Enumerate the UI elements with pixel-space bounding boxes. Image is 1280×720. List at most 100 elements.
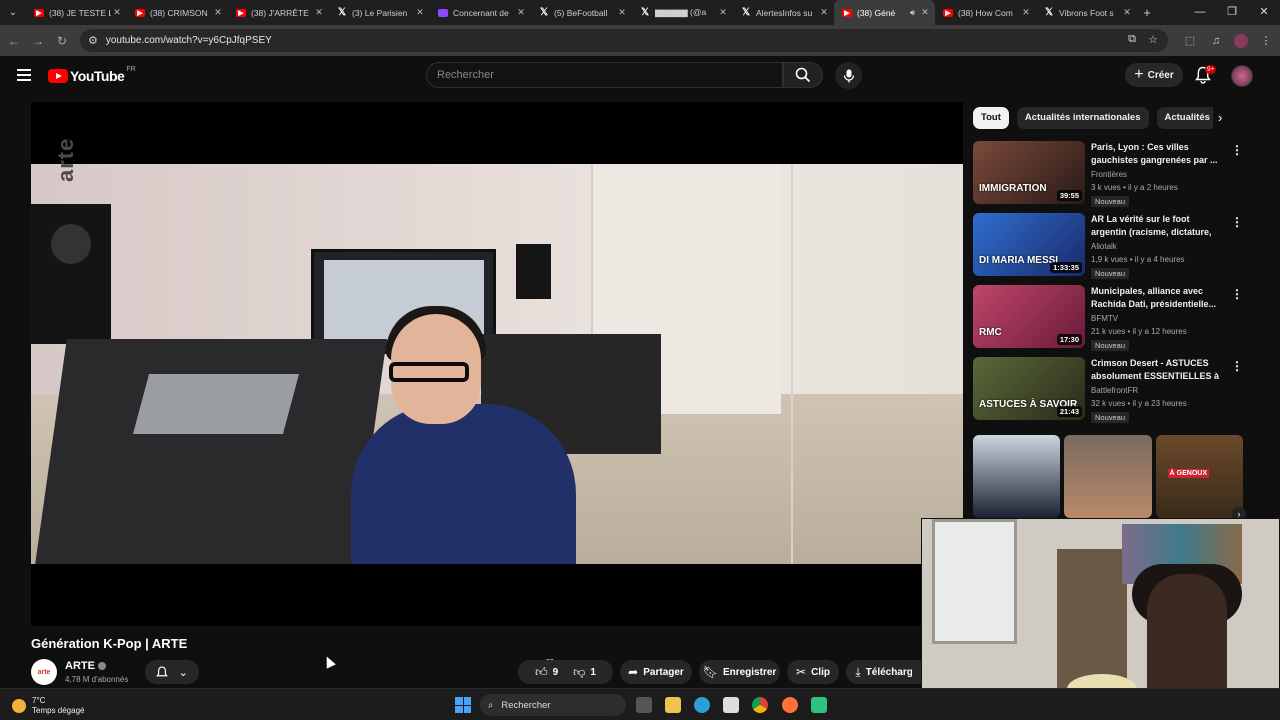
short-thumbnail[interactable]: À GENOUX bbox=[1155, 435, 1243, 518]
task-view-icon[interactable] bbox=[636, 697, 652, 713]
browser-tab[interactable]: 𝕏 (5) BeFootball ✕ bbox=[531, 0, 632, 25]
firefox-icon[interactable] bbox=[782, 697, 798, 713]
more-options-icon[interactable]: ⋮ bbox=[1231, 287, 1243, 301]
video-thumbnail[interactable]: ASTUCES À SAVOIR 21:43 bbox=[973, 357, 1085, 420]
more-options-icon[interactable]: ⋮ bbox=[1231, 143, 1243, 157]
download-button[interactable]: ⤓ Télécharger bbox=[846, 660, 921, 684]
video-thumbnail[interactable]: DI MARIA MESSI 1:33:35 bbox=[973, 213, 1085, 276]
country-code: FR bbox=[126, 65, 136, 73]
windows-start-icon[interactable] bbox=[455, 697, 471, 713]
recommended-video[interactable]: ASTUCES À SAVOIR 21:43 Crimson Desert - AS… bbox=[973, 357, 1243, 423]
channel-name[interactable]: ARTE bbox=[65, 660, 106, 672]
tab-close-icon[interactable]: ✕ bbox=[414, 7, 426, 18]
tab-close-icon[interactable]: ✕ bbox=[313, 7, 325, 18]
edge-icon[interactable] bbox=[694, 697, 710, 713]
recommended-title[interactable]: AR La vérité sur le foot argentin (racis… bbox=[1091, 213, 1221, 240]
recommended-video[interactable]: RMC 17:30 Municipales, alliance avec Rachi… bbox=[973, 285, 1243, 351]
address-bar[interactable]: ⚙ youtube.com/watch?v=y6CpJfqPSEY ⧉ ☆ bbox=[80, 29, 1168, 52]
extensions-icon[interactable]: ⬚ bbox=[1182, 34, 1198, 47]
close-window-icon[interactable]: ✕ bbox=[1248, 0, 1280, 25]
channel-name-text: ARTE bbox=[65, 660, 95, 672]
chips-next-arrow-icon[interactable]: › bbox=[1218, 110, 1222, 125]
like-count[interactable]: 9 bbox=[553, 667, 559, 678]
file-explorer-icon[interactable] bbox=[665, 697, 681, 713]
recommended-video[interactable]: IMMIGRATION 39:55 Paris, Lyon : Ces villes… bbox=[973, 141, 1243, 207]
browser-tab[interactable]: Concernant de ✕ bbox=[430, 0, 531, 25]
account-avatar[interactable] bbox=[1231, 65, 1253, 87]
bookmark-star-icon[interactable]: ☆ bbox=[1148, 33, 1158, 46]
thumbnail-overlay-text: IMMIGRATION bbox=[979, 183, 1047, 194]
tab-search-chevron-icon[interactable]: ⌄ bbox=[0, 0, 26, 25]
tab-close-icon[interactable]: ✕ bbox=[616, 7, 628, 18]
tab-close-icon[interactable]: ✕ bbox=[212, 7, 224, 18]
more-options-icon[interactable]: ⋮ bbox=[1231, 359, 1243, 373]
clip-button[interactable]: ✂ Clip bbox=[787, 660, 839, 684]
tab-close-icon[interactable]: ✕ bbox=[919, 7, 931, 18]
video-player[interactable]: arte bbox=[31, 102, 963, 626]
minimize-icon[interactable]: — bbox=[1184, 0, 1216, 25]
browser-menu-icon[interactable]: ⋮ bbox=[1258, 34, 1274, 47]
voice-search-button[interactable] bbox=[835, 62, 862, 89]
recommended-channel[interactable]: Frontières bbox=[1091, 170, 1127, 179]
short-thumbnail[interactable] bbox=[1064, 435, 1152, 518]
subscription-bell-button[interactable]: ⌄ bbox=[145, 660, 199, 684]
tab-close-icon[interactable]: ✕ bbox=[515, 7, 527, 18]
filter-chip[interactable]: Actualités di bbox=[1156, 107, 1213, 129]
tab-title: Vibrons Foot s bbox=[1059, 7, 1114, 18]
filter-chip[interactable]: Tout bbox=[973, 107, 1009, 129]
maximize-icon[interactable]: ❐ bbox=[1216, 0, 1248, 25]
site-info-icon[interactable]: ⚙ bbox=[88, 34, 98, 47]
chrome-icon[interactable] bbox=[752, 697, 768, 713]
tab-close-icon[interactable]: ✕ bbox=[111, 7, 123, 18]
weather-widget[interactable]: 7°C Temps dégagé bbox=[12, 696, 84, 716]
dislike-count[interactable]: 1 bbox=[590, 667, 596, 678]
video-thumbnail[interactable]: IMMIGRATION 39:55 bbox=[973, 141, 1085, 204]
tab-audio-icon[interactable]: 🔊︎ bbox=[910, 8, 915, 18]
create-button[interactable]: + Créer bbox=[1125, 63, 1183, 87]
browser-tab[interactable]: ▶ (38) J'ARRÊTE ✕ bbox=[228, 0, 329, 25]
browser-tab[interactable]: ▶ (38) CRIMSON ✕ bbox=[127, 0, 228, 25]
recommended-channel[interactable]: BFMTV bbox=[1091, 314, 1118, 323]
browser-tab[interactable]: ▶ (38) JE TESTE L ✕ bbox=[26, 0, 127, 25]
reload-icon[interactable]: ↻ bbox=[50, 34, 74, 48]
youtube-logo[interactable]: YouTube FR bbox=[48, 65, 136, 84]
channel-avatar[interactable]: arte bbox=[31, 659, 57, 685]
browser-tab[interactable]: ▶ (38) How Com ✕ bbox=[935, 0, 1036, 25]
video-thumbnail[interactable]: RMC 17:30 bbox=[973, 285, 1085, 348]
chevron-down-icon: ⌄ bbox=[178, 666, 188, 679]
new-tab-button[interactable]: + bbox=[1137, 5, 1157, 20]
store-icon[interactable] bbox=[723, 697, 739, 713]
app-icon[interactable] bbox=[811, 697, 827, 713]
back-icon[interactable]: ← bbox=[2, 34, 26, 48]
browser-tab[interactable]: 𝕏 AlertesInfos su ✕ bbox=[733, 0, 834, 25]
browser-tab[interactable]: 𝕏 (3) Le Parisien ✕ bbox=[329, 0, 430, 25]
taskbar-search[interactable]: ⌕ Rechercher bbox=[480, 694, 626, 716]
recommended-title[interactable]: Paris, Lyon : Ces villes gauchistes gang… bbox=[1091, 141, 1221, 167]
recommended-title[interactable]: Municipales, alliance avec Rachida Dati,… bbox=[1091, 285, 1221, 312]
forward-icon[interactable]: → bbox=[26, 34, 50, 48]
filter-chip[interactable]: Actualités internationales bbox=[1016, 107, 1149, 129]
like-icon[interactable]: 👍︎ bbox=[535, 665, 548, 680]
browser-tab[interactable]: ▶ (38) Géné 🔊︎ ✕ bbox=[834, 0, 935, 25]
recommended-video[interactable]: DI MARIA MESSI 1:33:35 AR La vérité sur le… bbox=[973, 213, 1243, 279]
dislike-icon[interactable]: 👎︎ bbox=[573, 665, 585, 680]
recommended-channel[interactable]: BattlefrontFR bbox=[1091, 386, 1138, 395]
search-button[interactable] bbox=[783, 62, 823, 88]
recommended-channel[interactable]: Aliotalk bbox=[1091, 242, 1117, 251]
profile-icon[interactable] bbox=[1234, 33, 1248, 48]
share-button[interactable]: ➦ Partager bbox=[620, 660, 692, 684]
short-thumbnail[interactable] bbox=[973, 435, 1061, 518]
save-button[interactable]: 🔖︎ Enregistrer bbox=[699, 660, 780, 684]
tab-close-icon[interactable]: ✕ bbox=[818, 7, 830, 18]
search-input[interactable]: Rechercher bbox=[426, 62, 783, 88]
more-options-icon[interactable]: ⋮ bbox=[1231, 215, 1243, 229]
menu-icon[interactable] bbox=[17, 69, 31, 84]
recommended-title[interactable]: Crimson Desert - ASTUCES absolument ESSE… bbox=[1091, 357, 1221, 384]
tab-close-icon[interactable]: ✕ bbox=[717, 7, 729, 18]
tab-close-icon[interactable]: ✕ bbox=[1020, 7, 1032, 18]
media-icon[interactable]: ♫ bbox=[1208, 35, 1224, 47]
browser-tab[interactable]: 𝕏 Vibrons Foot s ✕ bbox=[1036, 0, 1137, 25]
install-app-icon[interactable]: ⧉ bbox=[1128, 33, 1136, 46]
tab-close-icon[interactable]: ✕ bbox=[1121, 7, 1133, 18]
browser-tab[interactable]: 𝕏 ▆▆▆▆▆ (@a ✕ bbox=[632, 0, 733, 25]
